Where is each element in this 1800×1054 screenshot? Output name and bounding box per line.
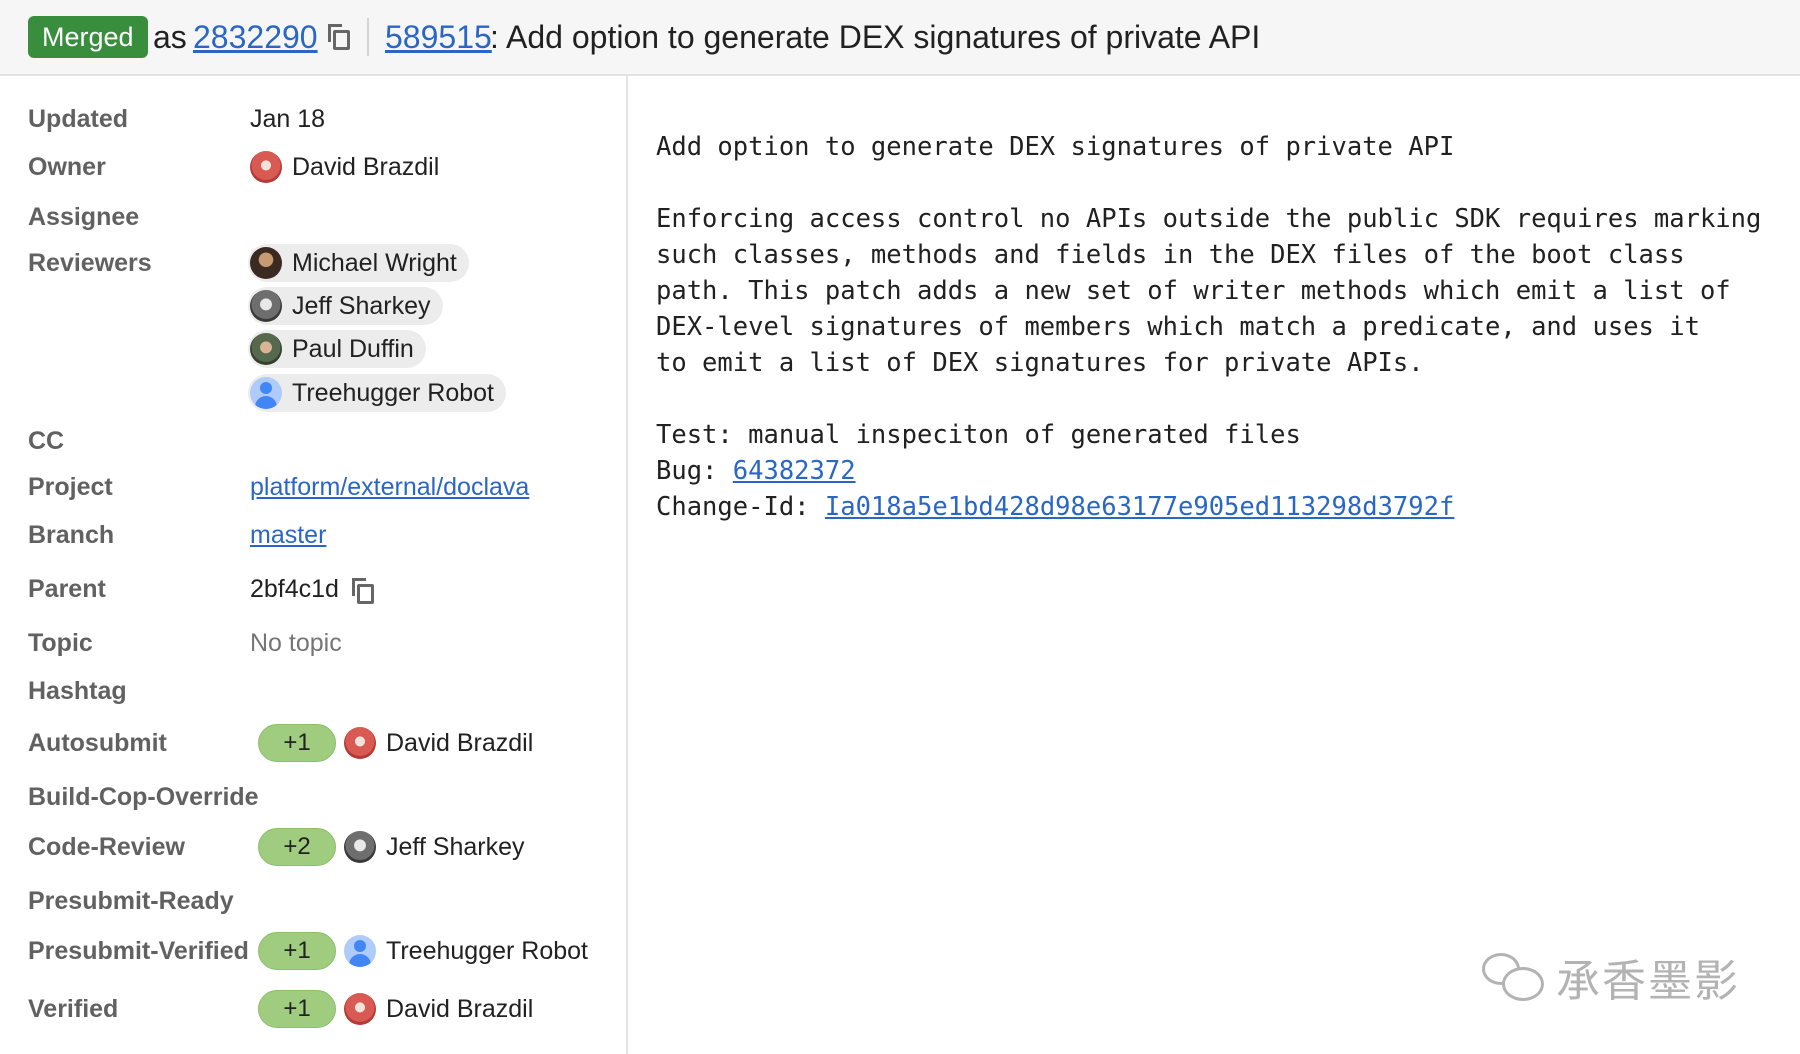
reviewer-name: Michael Wright [292, 249, 457, 277]
parent-label: Parent [28, 575, 106, 603]
avatar [250, 377, 282, 409]
commit-body-line: such classes, methods and fields in the … [656, 240, 1685, 270]
project-label: Project [28, 473, 113, 501]
presubmit-verified-label: Presubmit-Verified [28, 937, 249, 965]
hashtag-label: Hashtag [28, 677, 127, 705]
code-review-vote-chip[interactable]: +2 [258, 828, 336, 866]
bug-label: Bug: [656, 456, 733, 486]
reviewer-chip[interactable]: Jeff Sharkey [248, 287, 443, 325]
reviewer-chip[interactable]: Treehugger Robot [248, 374, 506, 412]
build-cop-override-label: Build-Cop-Override [28, 783, 259, 811]
reviewer-name: Jeff Sharkey [292, 292, 431, 320]
wechat-icon [1482, 949, 1546, 1005]
commit-body-line: DEX-level signatures of members which ma… [656, 312, 1700, 342]
code-review-account[interactable]: Jeff Sharkey [344, 828, 525, 866]
verified-label: Verified [28, 995, 119, 1023]
avatar [250, 290, 282, 322]
copy-icon[interactable] [352, 578, 374, 604]
voter-name: David Brazdil [386, 995, 534, 1023]
reviewer-name: Treehugger Robot [292, 379, 494, 407]
change-header: Merged as 2832290 589515 : Add option to… [0, 0, 1800, 76]
autosubmit-vote-chip[interactable]: +1 [258, 724, 336, 762]
avatar [250, 151, 282, 183]
presubmit-verified-vote-chip[interactable]: +1 [258, 932, 336, 970]
owner-account[interactable]: David Brazdil [250, 148, 439, 186]
topic-value[interactable]: No topic [250, 627, 342, 659]
commit-body-line: to emit a list of DEX signatures for pri… [656, 348, 1424, 378]
avatar [250, 247, 282, 279]
updated-label: Updated [28, 105, 128, 133]
cc-label: CC [28, 427, 65, 455]
avatar [344, 935, 376, 967]
change-id-label: Change-Id: [656, 492, 825, 522]
avatar [344, 727, 376, 759]
merged-status-chip: Merged [28, 16, 148, 58]
presubmit-verified-account[interactable]: Treehugger Robot [344, 932, 588, 970]
test-line: Test: manual inspeciton of generated fil… [656, 420, 1301, 450]
voter-name: Jeff Sharkey [386, 833, 525, 861]
reviewers-label: Reviewers [28, 249, 152, 277]
avatar [250, 333, 282, 365]
owner-name: David Brazdil [292, 153, 440, 181]
change-title: : Add option to generate DEX signatures … [490, 19, 1261, 55]
branch-label: Branch [28, 521, 115, 549]
header-divider [367, 18, 369, 56]
watermark-text: 承香墨影 [1556, 956, 1740, 1007]
topic-label: Topic [28, 629, 93, 657]
autosubmit-account[interactable]: David Brazdil [344, 724, 533, 762]
commit-body-line: path. This patch adds a new set of write… [656, 276, 1731, 306]
reviewer-chip[interactable]: Paul Duffin [248, 330, 426, 368]
branch-link[interactable]: master [250, 519, 326, 551]
reviewer-chip[interactable]: Michael Wright [248, 244, 469, 282]
autosubmit-label: Autosubmit [28, 729, 167, 757]
watermark: 承香墨影 [1482, 945, 1740, 1009]
presubmit-ready-label: Presubmit-Ready [28, 887, 234, 915]
avatar [344, 831, 376, 863]
copy-icon[interactable] [328, 24, 350, 50]
project-link[interactable]: platform/external/doclava [250, 471, 529, 503]
voter-name: David Brazdil [386, 729, 534, 757]
updated-value: Jan 18 [250, 105, 326, 133]
owner-label: Owner [28, 153, 106, 181]
reviewer-name: Paul Duffin [292, 335, 414, 363]
code-review-label: Code-Review [28, 833, 185, 861]
change-number-link[interactable]: 589515 [385, 17, 492, 57]
commit-message: Add option to generate DEX signatures of… [656, 129, 1761, 525]
verified-vote-chip[interactable]: +1 [258, 990, 336, 1028]
change-id-link[interactable]: Ia018a5e1bd428d98e63177e905ed113298d3792… [825, 492, 1454, 522]
parent-value: 2bf4c1d [250, 575, 339, 603]
avatar [344, 993, 376, 1025]
assignee-label: Assignee [28, 203, 140, 231]
commit-body-line: Enforcing access control no APIs outside… [656, 204, 1762, 234]
bug-link[interactable]: 64382372 [733, 456, 856, 486]
voter-name: Treehugger Robot [386, 937, 588, 965]
as-text: as [153, 19, 187, 55]
commit-subject: Add option to generate DEX signatures of… [656, 132, 1455, 162]
verified-account[interactable]: David Brazdil [344, 990, 533, 1028]
commit-link[interactable]: 2832290 [193, 17, 318, 57]
